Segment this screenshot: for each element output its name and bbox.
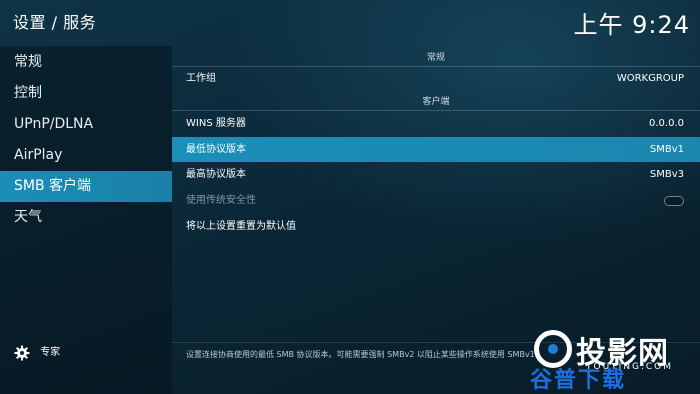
- section-header-client: 客户端: [172, 93, 700, 111]
- workgroup-label: 工作组: [186, 73, 216, 84]
- watermark-sub: 谷普下载: [530, 368, 627, 393]
- setting-max-protocol[interactable]: 最高协议版本 SMBv3: [172, 162, 684, 187]
- expert-label: 专家: [40, 347, 61, 358]
- min-protocol-value: SMBv1: [649, 144, 684, 155]
- sidebar-item-upnp-dlna[interactable]: UPnP/DLNA: [0, 109, 172, 140]
- workgroup-value: WORKGROUP: [616, 73, 684, 84]
- min-protocol-label: 最低协议版本: [186, 144, 246, 155]
- expert-level-button[interactable]: 专家: [14, 345, 60, 361]
- sidebar-item-airplay[interactable]: AirPlay: [0, 140, 172, 171]
- setting-workgroup[interactable]: 工作组 WORKGROUP: [172, 66, 684, 91]
- legacy-security-label: 使用传统安全性: [186, 195, 256, 206]
- reset-label: 将以上设置重置为默认值: [186, 221, 296, 232]
- setting-wins-server[interactable]: WINS 服务器 0.0.0.0: [172, 111, 684, 136]
- watermark-logo: 投影网 TOUYING.COM 谷普下载: [530, 324, 700, 394]
- clock: 上午 9:24: [573, 11, 690, 39]
- sidebar: 常规 控制 UPnP/DLNA AirPlay SMB 客户端 天气: [0, 46, 172, 394]
- reset-defaults-button[interactable]: 将以上设置重置为默认值: [172, 214, 684, 239]
- setting-min-protocol[interactable]: 最低协议版本 SMBv1: [172, 137, 700, 162]
- sidebar-item-general[interactable]: 常规: [0, 47, 172, 78]
- setting-legacy-security[interactable]: 使用传统安全性: [172, 188, 684, 213]
- sidebar-item-smb-client[interactable]: SMB 客户端: [0, 171, 172, 202]
- gear-icon: [14, 345, 30, 361]
- sidebar-item-weather[interactable]: 天气: [0, 202, 172, 233]
- section-header-general: 常规: [172, 49, 700, 67]
- header: 设置 / 服务 上午 9:24: [0, 0, 700, 46]
- max-protocol-label: 最高协议版本: [186, 169, 246, 180]
- page-title: 设置 / 服务: [13, 13, 97, 32]
- wins-label: WINS 服务器: [186, 118, 246, 129]
- legacy-security-toggle[interactable]: [664, 196, 684, 206]
- wins-value: 0.0.0.0: [649, 118, 684, 129]
- max-protocol-value: SMBv3: [649, 169, 684, 180]
- sidebar-item-control[interactable]: 控制: [0, 78, 172, 109]
